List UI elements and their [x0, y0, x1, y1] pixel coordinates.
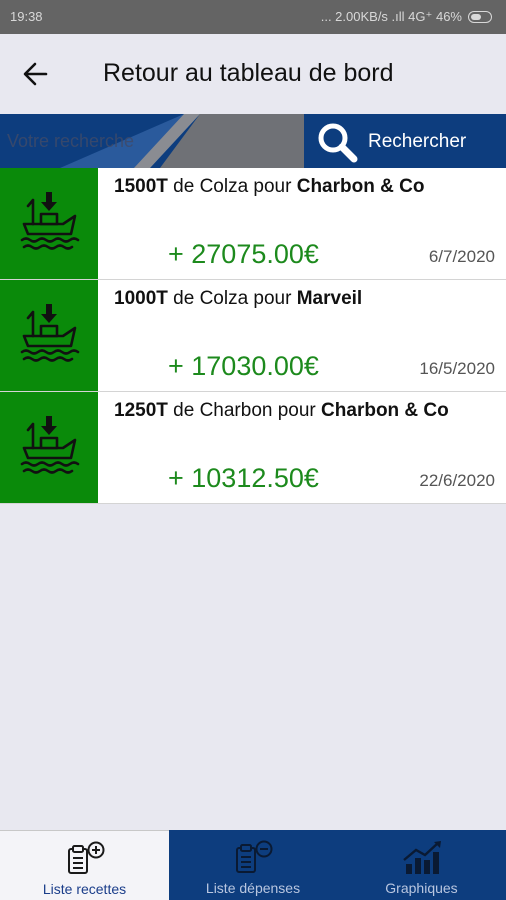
- list-item[interactable]: 1500T de Colza pour Charbon & Co + 27075…: [0, 168, 506, 280]
- clipboard-plus-icon: [67, 841, 104, 874]
- tab-graphiques[interactable]: Graphiques: [337, 830, 506, 900]
- item-amount: + 17030.00€: [168, 351, 319, 381]
- item-client: Charbon & Co: [321, 400, 449, 421]
- search-icon: [318, 123, 358, 163]
- item-product: de Charbon pour: [167, 400, 322, 421]
- tab-graphiques-label: Graphiques: [385, 880, 458, 896]
- item-product: de Colza pour: [167, 176, 297, 197]
- item-date: 22/6/2020: [419, 471, 495, 490]
- page-title: Retour au tableau de bord: [103, 59, 394, 87]
- ship-unload-icon: [20, 192, 80, 250]
- item-client: Charbon & Co: [296, 176, 425, 197]
- battery-icon: [468, 11, 492, 23]
- item-description: 1000T de Colza pour Marveil: [114, 288, 506, 310]
- arrow-left-icon: [23, 62, 48, 86]
- item-thumbnail: [0, 168, 98, 279]
- back-button[interactable]: [16, 56, 56, 92]
- item-quantity: 1000T: [114, 288, 168, 309]
- search-input[interactable]: [0, 114, 304, 168]
- search-bar: Rechercher: [0, 114, 506, 168]
- tab-liste-recettes[interactable]: Liste recettes: [0, 830, 169, 900]
- list-item[interactable]: 1000T de Colza pour Marveil + 17030.00€ …: [0, 280, 506, 392]
- item-quantity: 1500T: [114, 176, 168, 197]
- app-header: Retour au tableau de bord: [0, 34, 506, 114]
- revenue-list: 1500T de Colza pour Charbon & Co + 27075…: [0, 168, 506, 504]
- tab-liste-depenses-label: Liste dépenses: [205, 880, 301, 896]
- status-bar: 19:38 ... 2.00KB/s .ıll 4G⁺ 46%: [0, 0, 506, 34]
- list-item[interactable]: 1250T de Charbon pour Charbon & Co + 103…: [0, 392, 506, 504]
- bar-chart-trend-icon: [402, 841, 441, 874]
- status-indicators: ... 2.00KB/s .ıll 4G⁺ 46%: [321, 9, 492, 25]
- status-time: 19:38: [10, 9, 43, 24]
- item-client: Marveil: [296, 288, 363, 309]
- item-date: 16/5/2020: [419, 359, 495, 378]
- item-amount: + 10312.50€: [168, 463, 319, 493]
- item-quantity: 1250T: [114, 400, 168, 421]
- ship-unload-icon: [20, 304, 80, 362]
- item-product: de Colza pour: [167, 288, 297, 309]
- item-thumbnail: [0, 280, 98, 391]
- tab-liste-depenses[interactable]: Liste dépenses: [169, 830, 337, 900]
- bottom-navigation: Liste recettes Liste dépenses Graphiques: [0, 830, 506, 900]
- item-thumbnail: [0, 392, 98, 503]
- search-button[interactable]: Rechercher: [304, 114, 506, 168]
- ship-unload-icon: [20, 416, 80, 474]
- item-amount: + 27075.00€: [168, 239, 319, 269]
- tab-liste-recettes-label: Liste recettes: [42, 881, 127, 897]
- status-indicators-text: ... 2.00KB/s .ıll 4G⁺ 46%: [320, 9, 462, 24]
- clipboard-minus-icon: [236, 840, 273, 873]
- item-description: 1500T de Colza pour Charbon & Co: [114, 176, 506, 198]
- search-button-label: Rechercher: [368, 131, 467, 152]
- item-date: 6/7/2020: [428, 247, 495, 266]
- item-description: 1250T de Charbon pour Charbon & Co: [114, 400, 506, 422]
